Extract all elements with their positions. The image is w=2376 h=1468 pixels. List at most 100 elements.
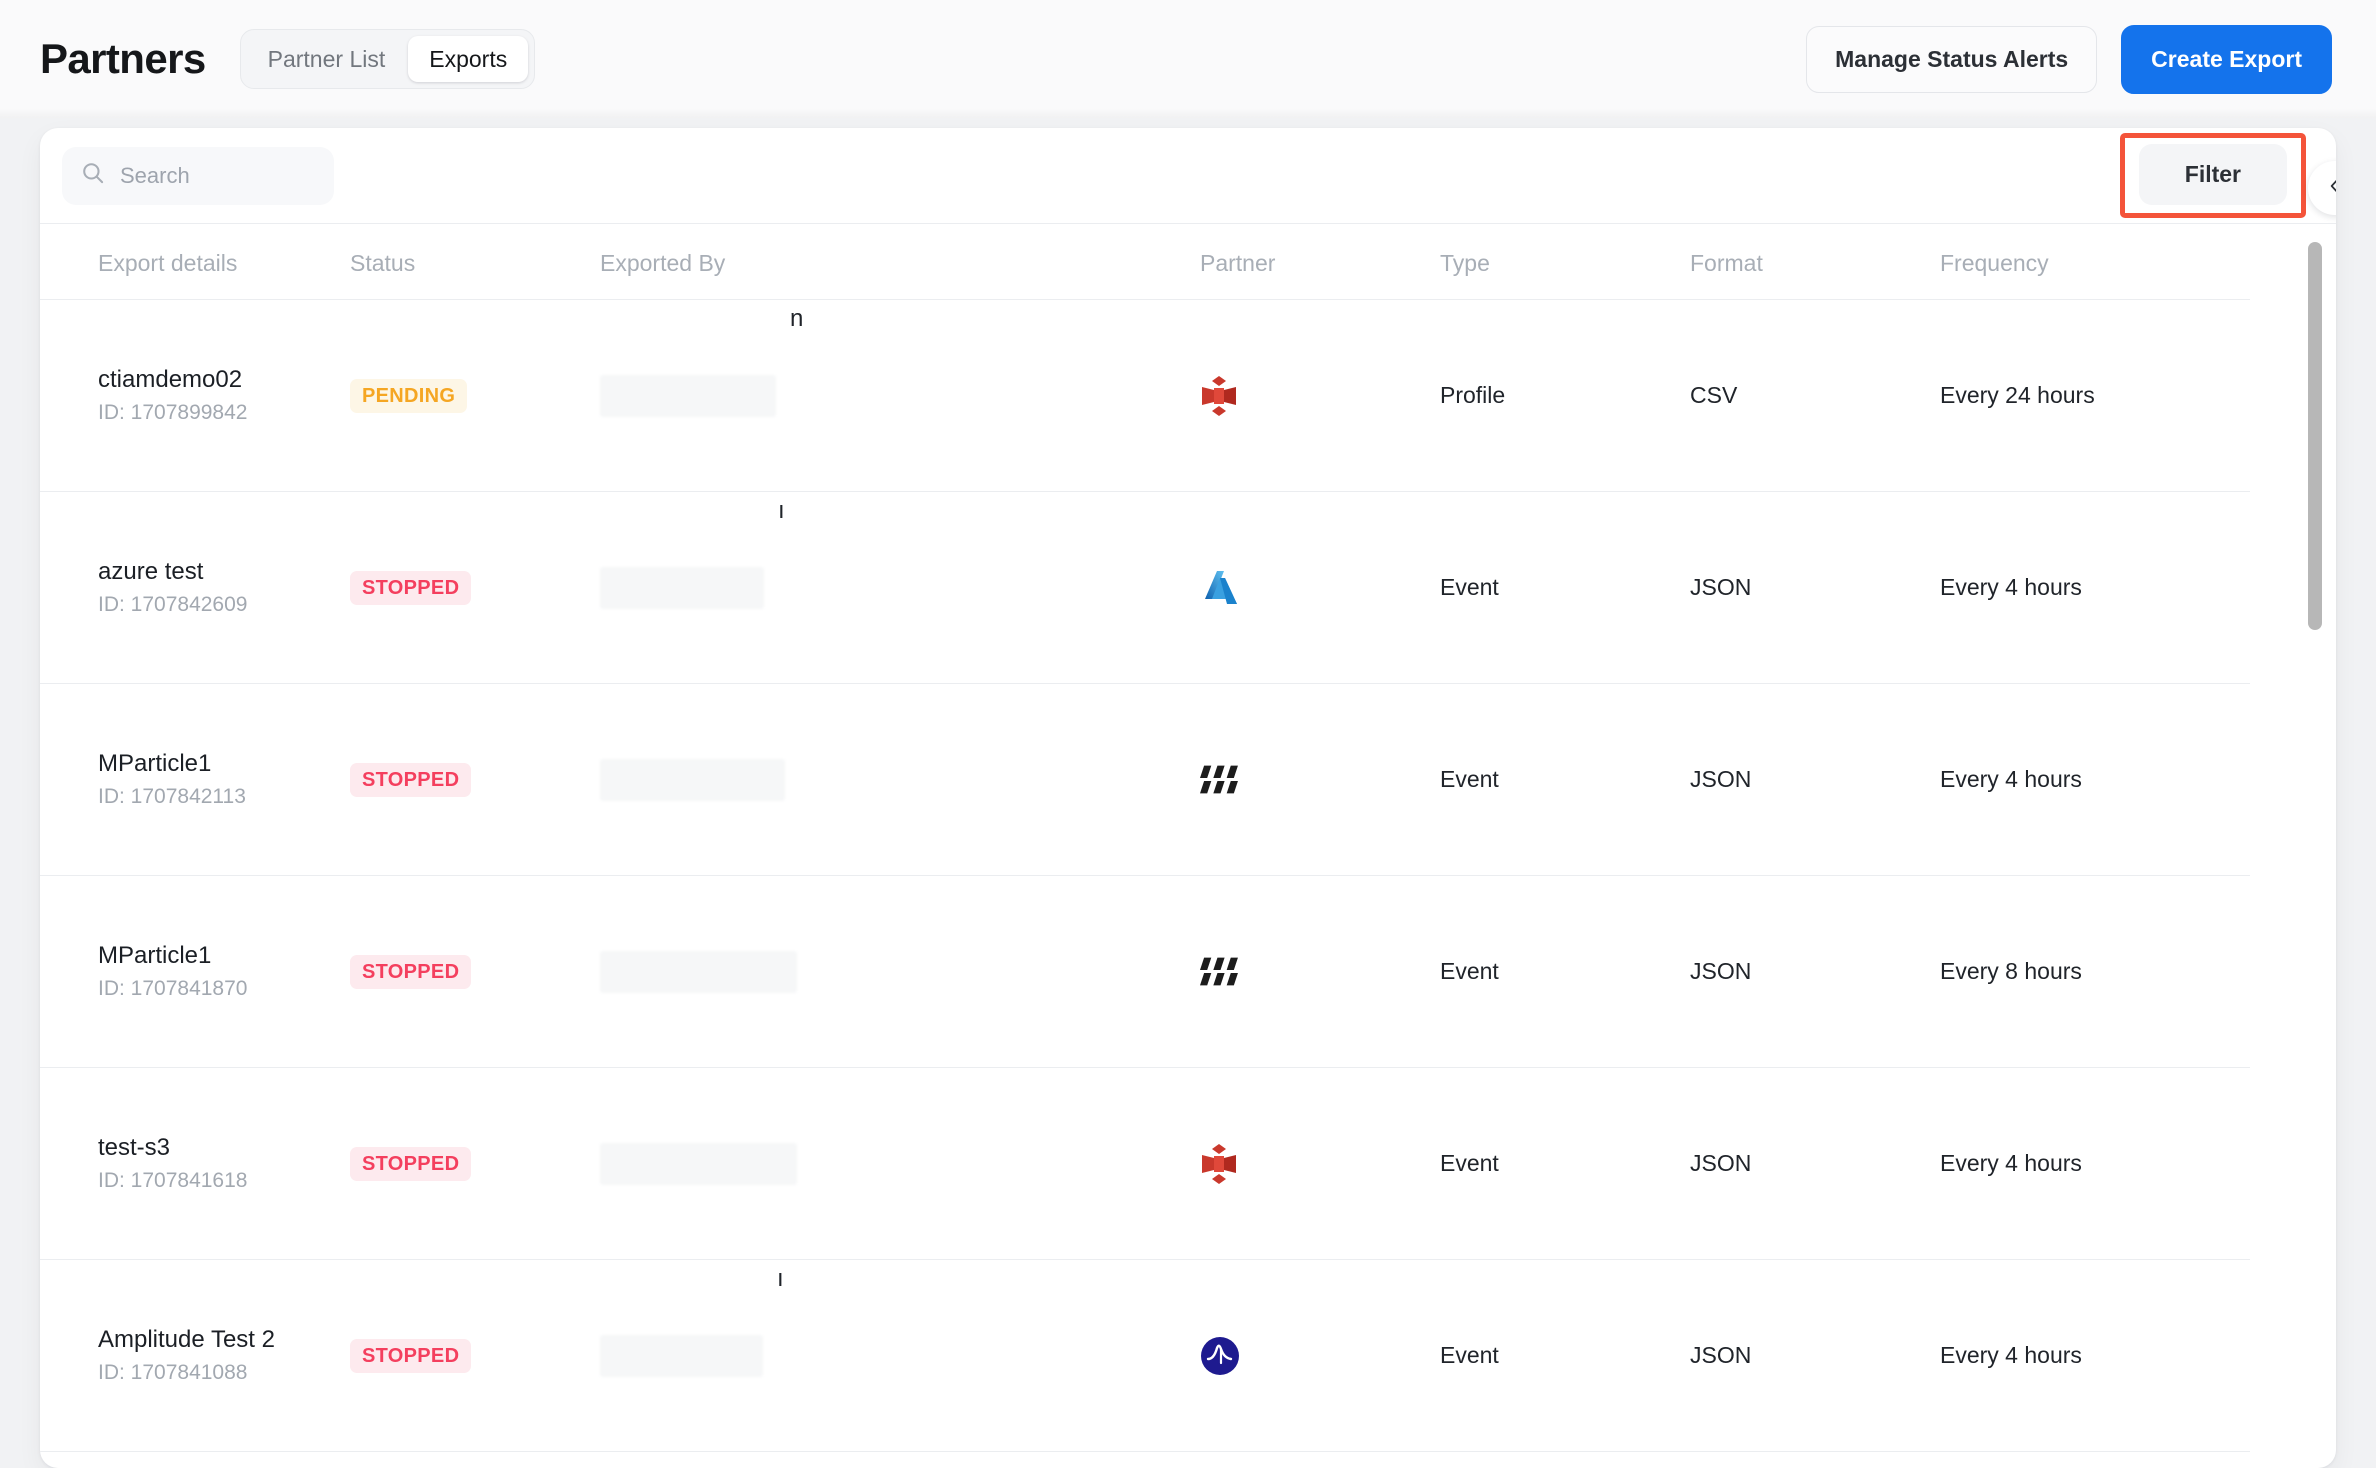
cell-type: Event	[1440, 1260, 1690, 1452]
cell-export-details: test-s3ID: 1707841045	[40, 1452, 350, 1468]
export-id: ID: 1707841618	[98, 1169, 350, 1193]
cell-export-details: MParticle1ID: 1707842113	[40, 684, 350, 876]
search-placeholder: Search	[120, 165, 190, 187]
table-row[interactable]: test-s3 ID: 1707841618STOPPED EventJSONEve…	[40, 1068, 2250, 1260]
cell-format: JSON	[1690, 1452, 1940, 1468]
column-header-partner: Partner	[1200, 224, 1440, 300]
cell-partner	[1200, 876, 1440, 1068]
table-toolbar: Search Filter	[40, 128, 2336, 224]
cell-format: JSON	[1690, 1068, 1940, 1260]
export-id: ID: 1707899842	[98, 401, 350, 425]
cell-partner	[1200, 300, 1440, 492]
status-badge: STOPPED	[350, 1339, 471, 1373]
table-row[interactable]: azure testID: 1707842609STOPPEDıEventJSO…	[40, 492, 2250, 684]
cell-partner	[1200, 1260, 1440, 1452]
cell-format: JSON	[1690, 492, 1940, 684]
cell-frequency: Every 8 hours	[1940, 876, 2250, 1068]
cell-export-details: ctiamdemo02ID: 1707899842	[40, 300, 350, 492]
tab-group: Partner List Exports	[240, 29, 536, 89]
filter-highlight-annotation: Filter	[2120, 133, 2306, 218]
table-row[interactable]: test-s3ID: 1707841045STOPPED EventJSONEve…	[40, 1452, 2250, 1468]
cell-type: Event	[1440, 876, 1690, 1068]
cell-exported-by: ı	[600, 1260, 1200, 1452]
cell-frequency: Every 4 hours	[1940, 1260, 2250, 1452]
cell-partner	[1200, 492, 1440, 684]
redacted-value	[600, 1143, 797, 1185]
cell-status: STOPPED	[350, 1452, 600, 1468]
export-name: MParticle1	[98, 750, 350, 778]
vertical-scrollbar[interactable]	[2308, 224, 2322, 1468]
cell-format: CSV	[1690, 300, 1940, 492]
table-header-row: Export details Status Exported By Partne…	[40, 224, 2250, 300]
status-badge: STOPPED	[350, 571, 471, 605]
export-id: ID: 1707842609	[98, 593, 350, 617]
status-badge: STOPPED	[350, 1147, 471, 1181]
cell-frequency: Every 4 hours	[1940, 1452, 2250, 1468]
status-badge: STOPPED	[350, 763, 471, 797]
manage-status-alerts-button[interactable]: Manage Status Alerts	[1806, 26, 2097, 93]
exported-by-visible-fragment: ı	[778, 492, 785, 530]
cell-frequency: Every 4 hours	[1940, 1068, 2250, 1260]
cell-type: Event	[1440, 1452, 1690, 1468]
cell-exported-by	[600, 684, 1200, 876]
cell-partner	[1200, 684, 1440, 876]
export-name: Amplitude Test 2	[98, 1326, 350, 1354]
export-name: test-s3	[98, 1134, 350, 1162]
redacted-value	[600, 951, 797, 993]
cell-partner	[1200, 1452, 1440, 1468]
export-name: MParticle1	[98, 942, 350, 970]
table-row[interactable]: ctiamdemo02ID: 1707899842PENDINGnProfile…	[40, 300, 2250, 492]
exports-table-scroll-area[interactable]: Export details Status Exported By Partne…	[40, 224, 2336, 1468]
table-row[interactable]: MParticle1ID: 1707842113STOPPEDEventJSON…	[40, 684, 2250, 876]
tab-exports[interactable]: Exports	[408, 36, 528, 82]
cell-status: STOPPED	[350, 684, 600, 876]
cell-export-details: MParticle1 ID: 1707841870	[40, 876, 350, 1068]
toolbar-right: Filter	[2120, 133, 2306, 218]
column-header-status: Status	[350, 224, 600, 300]
scrollbar-thumb[interactable]	[2308, 242, 2322, 630]
create-export-button[interactable]: Create Export	[2121, 25, 2332, 94]
filter-button[interactable]: Filter	[2139, 144, 2287, 205]
cell-partner	[1200, 1068, 1440, 1260]
column-header-format: Format	[1690, 224, 1940, 300]
cell-frequency: Every 4 hours	[1940, 684, 2250, 876]
export-id: ID: 1707841870	[98, 977, 350, 1001]
cell-exported-by	[600, 1068, 1200, 1260]
status-badge: PENDING	[350, 379, 467, 413]
aws-s3-icon	[1200, 1143, 1440, 1185]
search-input[interactable]: Search	[62, 147, 334, 205]
exported-by-visible-fragment: ı	[777, 1260, 784, 1298]
cell-exported-by: n	[600, 300, 1200, 492]
exports-card: Search Filter Export details	[40, 128, 2336, 1468]
export-name: azure test	[98, 558, 350, 586]
exported-by-visible-fragment: n	[790, 300, 803, 338]
tab-partner-list[interactable]: Partner List	[247, 36, 407, 82]
cell-format: JSON	[1690, 876, 1940, 1068]
column-header-type: Type	[1440, 224, 1690, 300]
column-header-frequency: Frequency	[1940, 224, 2250, 300]
header-actions: Manage Status Alerts Create Export	[1806, 25, 2332, 94]
table-head: Export details Status Exported By Partne…	[40, 224, 2250, 300]
collapse-panel-button[interactable]	[2308, 161, 2336, 215]
cell-status: STOPPED	[350, 1068, 600, 1260]
cell-status: STOPPED	[350, 876, 600, 1068]
cell-export-details: test-s3 ID: 1707841618	[40, 1068, 350, 1260]
table-body: ctiamdemo02ID: 1707899842PENDINGnProfile…	[40, 300, 2250, 1468]
mparticle-icon	[1200, 956, 1440, 988]
cell-status: STOPPED	[350, 1260, 600, 1452]
redacted-value	[600, 375, 776, 417]
aws-s3-icon	[1200, 375, 1440, 417]
cell-status: STOPPED	[350, 492, 600, 684]
column-header-export-details: Export details	[40, 224, 350, 300]
search-icon	[80, 160, 106, 191]
redacted-value	[600, 567, 764, 609]
redacted-value	[600, 1335, 763, 1377]
cell-exported-by: ı	[600, 492, 1200, 684]
exports-table: Export details Status Exported By Partne…	[40, 224, 2250, 1468]
table-row[interactable]: MParticle1 ID: 1707841870STOPPED EventJSON…	[40, 876, 2250, 1068]
cell-type: Event	[1440, 1068, 1690, 1260]
cell-exported-by	[600, 876, 1200, 1068]
cell-export-details: Amplitude Test 2 ID: 1707841088	[40, 1260, 350, 1452]
export-id: ID: 1707841088	[98, 1361, 350, 1385]
table-row[interactable]: Amplitude Test 2 ID: 1707841088STOPPED ı Ev…	[40, 1260, 2250, 1452]
